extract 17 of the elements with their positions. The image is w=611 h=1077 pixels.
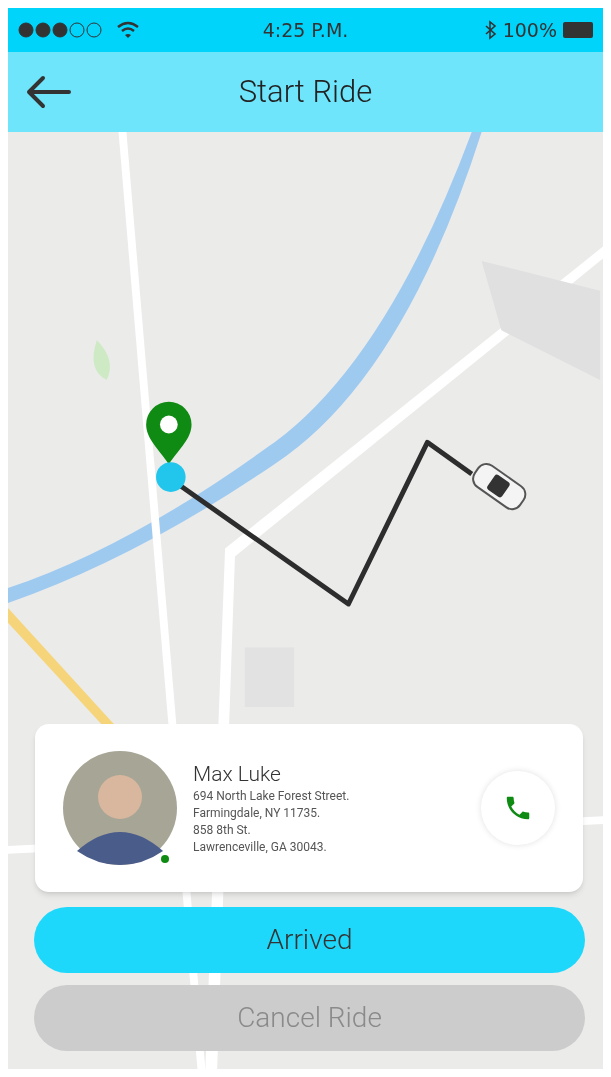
call-button[interactable] xyxy=(481,771,555,845)
back-arrow-icon xyxy=(25,75,71,109)
arrived-button[interactable]: Arrived xyxy=(34,907,585,973)
address-line: Lawrenceville, GA 30043. xyxy=(193,839,328,856)
bluetooth-icon xyxy=(484,20,497,40)
address-line: Farmingdale, NY 11735. xyxy=(193,805,322,822)
destination-pin-icon xyxy=(146,401,192,465)
battery-percentage: 100% xyxy=(502,17,557,43)
address-line: 694 North Lake Forest Street. xyxy=(193,788,351,805)
battery-icon xyxy=(563,22,593,38)
address-line: 858 8th St. xyxy=(193,822,252,839)
status-time: 4:25 P.M. xyxy=(262,17,349,43)
signal-icon xyxy=(18,22,104,38)
wifi-icon xyxy=(116,21,140,39)
header-title: Start Ride xyxy=(238,71,373,112)
current-location-icon xyxy=(156,462,186,492)
rider-name: Max Luke xyxy=(193,761,282,788)
